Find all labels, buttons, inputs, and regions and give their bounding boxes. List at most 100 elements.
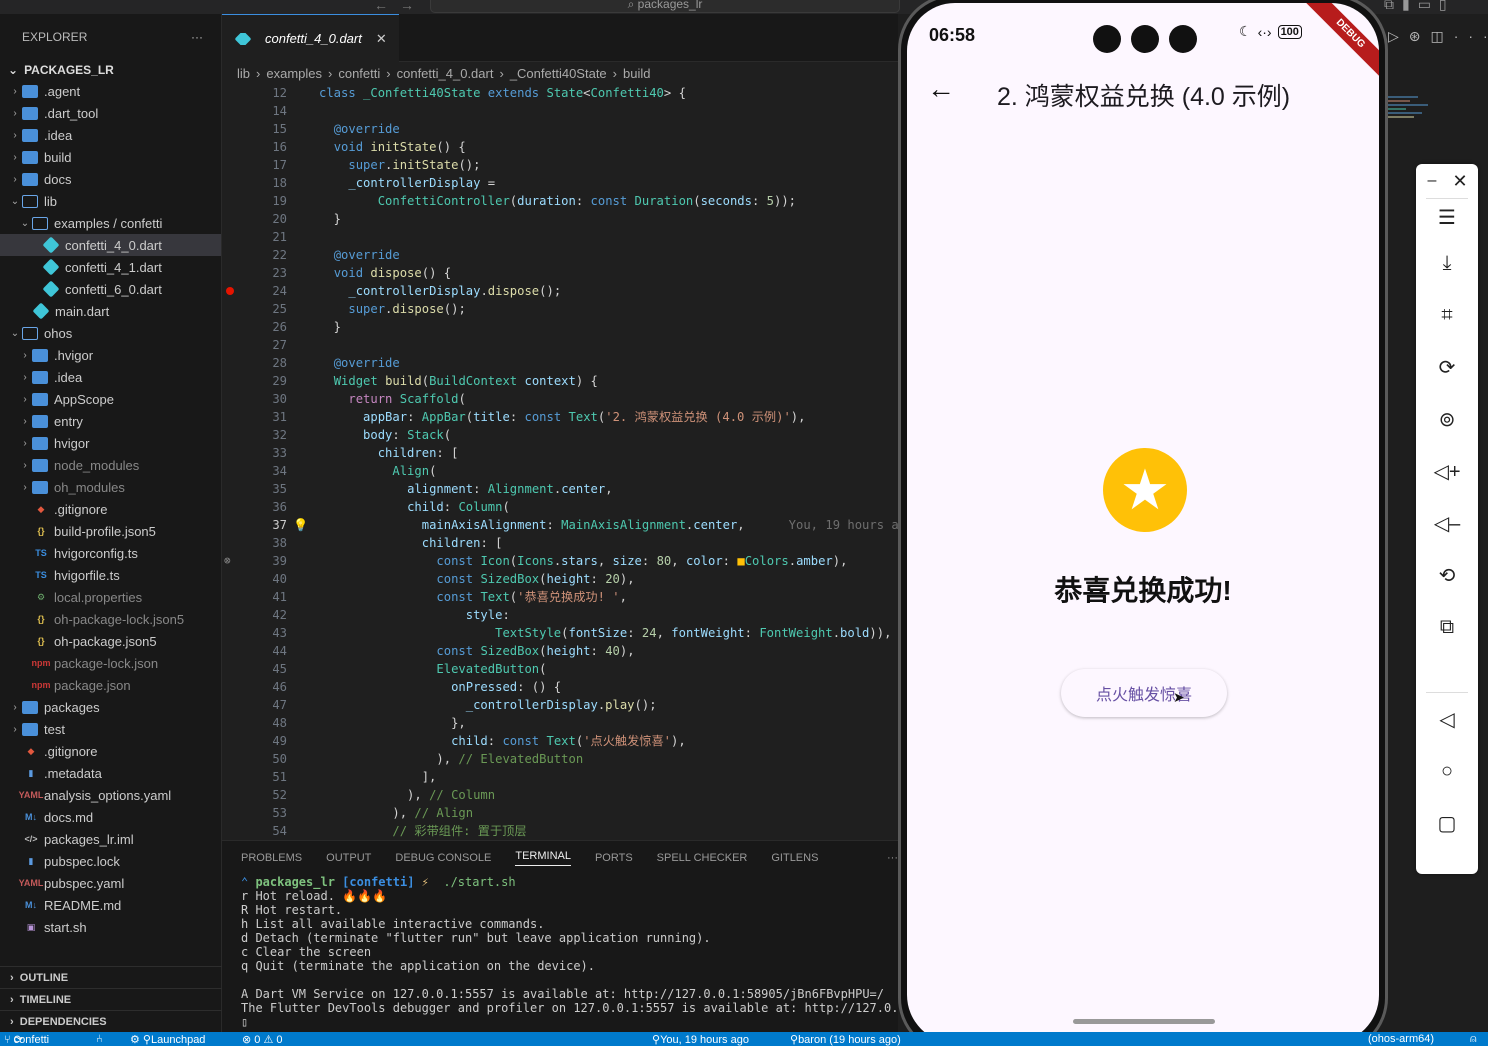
blame-status[interactable]: ⚲ You, 19 hours ago <box>652 1033 749 1046</box>
gutter[interactable] <box>222 750 245 768</box>
rotate-device-icon[interactable]: ⟲ <box>1430 558 1464 592</box>
code-line[interactable]: 23 void dispose() { <box>222 264 898 282</box>
code-line[interactable]: 33 children: [ <box>222 444 898 462</box>
crop-icon[interactable]: ⌗ <box>1430 298 1464 332</box>
gutter[interactable] <box>222 570 245 588</box>
fold-icon[interactable]: ⧉ <box>1430 610 1464 644</box>
gutter[interactable] <box>222 300 245 318</box>
gutter[interactable] <box>222 138 245 156</box>
gutter[interactable] <box>222 822 245 840</box>
code-line[interactable]: 41 const Text('恭喜兑换成功! ', <box>222 588 898 606</box>
tree-item[interactable]: confetti_4_0.dart <box>0 234 221 256</box>
code-line[interactable]: 38 children: [ <box>222 534 898 552</box>
problems-status[interactable]: ⊗ 0 ⚠ 0 <box>242 1033 282 1046</box>
ignite-surprise-button[interactable]: 点火触发惊喜 <box>1061 669 1227 717</box>
gutter[interactable] <box>222 192 245 210</box>
tree-item[interactable]: › .agent <box>0 80 221 102</box>
gutter[interactable] <box>222 354 245 372</box>
tree-item[interactable]: › hvigor <box>0 432 221 454</box>
gutter[interactable] <box>222 102 245 120</box>
tree-item[interactable]: TS hvigorfile.ts <box>0 564 221 586</box>
tree-item[interactable]: npm package-lock.json <box>0 652 221 674</box>
panel-tab[interactable]: TERMINAL <box>515 850 571 866</box>
dependencies-section[interactable]: › DEPENDENCIES <box>0 1010 222 1032</box>
tree-item[interactable]: npm package.json <box>0 674 221 696</box>
recents-icon[interactable]: ▢ <box>1430 806 1464 840</box>
terminal-output[interactable]: r Hot reload. 🔥🔥🔥 R Hot restart. h List al… <box>222 889 898 1015</box>
gutter[interactable] <box>222 372 245 390</box>
volume-up-icon[interactable]: ◁+ <box>1430 454 1464 488</box>
tree-item[interactable]: </> packages_lr.iml <box>0 828 221 850</box>
code-line[interactable]: 40 const SizedBox(height: 20), <box>222 570 898 588</box>
code-line[interactable]: 34 Align( <box>222 462 898 480</box>
tree-item[interactable]: › oh_modules <box>0 476 221 498</box>
gutter[interactable] <box>222 480 245 498</box>
gutter[interactable] <box>222 534 245 552</box>
tree-item[interactable]: confetti_4_1.dart <box>0 256 221 278</box>
gutter[interactable] <box>222 714 245 732</box>
code-line[interactable]: 44 const SizedBox(height: 40), <box>222 642 898 660</box>
tree-item[interactable]: › node_modules <box>0 454 221 476</box>
code-line[interactable]: ⊗ 39 const Icon(Icons.stars, size: 80, co… <box>222 552 898 570</box>
code-line[interactable]: 14 <box>222 102 898 120</box>
tree-item[interactable]: ⌄ examples / confetti <box>0 212 221 234</box>
code-line[interactable]: 42 style: <box>222 606 898 624</box>
gutter[interactable] <box>222 462 245 480</box>
more-actions-button[interactable]: ··· <box>191 30 203 44</box>
volume-down-icon[interactable]: ◁– <box>1430 506 1464 540</box>
close-icon[interactable]: ✕ <box>376 31 387 47</box>
gutter[interactable] <box>222 228 245 246</box>
editor-actions[interactable]: ▷⊛◫··· <box>1388 28 1488 45</box>
tree-item[interactable]: › .idea <box>0 124 221 146</box>
home-icon[interactable]: ○ <box>1430 754 1464 788</box>
command-center[interactable]: ⌕ packages_lr <box>430 0 900 13</box>
code-line[interactable]: 30 return Scaffold( <box>222 390 898 408</box>
git-graph-icon[interactable]: ⑃ <box>96 1033 103 1045</box>
code-line[interactable]: 19 ConfettiController(duration: const Du… <box>222 192 898 210</box>
breadcrumb-item[interactable]: confetti_4_0.dart <box>397 66 494 81</box>
gutter[interactable] <box>222 732 245 750</box>
tree-item[interactable]: ⚙ local.properties <box>0 586 221 608</box>
notifications-icon[interactable]: ⍝ <box>1470 1033 1477 1046</box>
tree-item[interactable]: TS hvigorconfig.ts <box>0 542 221 564</box>
breadcrumb-item[interactable]: build <box>623 66 650 81</box>
code-line[interactable]: 21 <box>222 228 898 246</box>
code-line[interactable]: 53 ), // Align <box>222 804 898 822</box>
gutter[interactable] <box>222 642 245 660</box>
panel-more-button[interactable]: ··· <box>887 852 898 864</box>
gear-icon[interactable]: ⊗ <box>224 552 231 570</box>
tree-item[interactable]: ▮ pubspec.lock <box>0 850 221 872</box>
menu-icon[interactable]: ☰ <box>1430 200 1464 234</box>
code-line[interactable]: 51 ], <box>222 768 898 786</box>
code-line[interactable]: 22 @override <box>222 246 898 264</box>
panel-tab[interactable]: DEBUG CONSOLE <box>395 852 491 864</box>
tree-item[interactable]: YAML analysis_options.yaml <box>0 784 221 806</box>
gutter[interactable] <box>222 390 245 408</box>
code-line[interactable]: 24 _controllerDisplay.dispose(); <box>222 282 898 300</box>
code-line[interactable]: 50 ), // ElevatedButton <box>222 750 898 768</box>
gutter[interactable] <box>222 516 245 534</box>
lightbulb-icon[interactable]: 💡 <box>293 516 308 534</box>
tree-item[interactable]: {} oh-package-lock.json5 <box>0 608 221 630</box>
gutter[interactable] <box>222 444 245 462</box>
gutter[interactable] <box>222 120 245 138</box>
gutter[interactable] <box>222 84 245 102</box>
gutter[interactable] <box>222 696 245 714</box>
code-line[interactable]: 20 } <box>222 210 898 228</box>
tree-item[interactable]: main.dart <box>0 300 221 322</box>
gutter[interactable] <box>222 246 245 264</box>
tree-item[interactable]: › docs <box>0 168 221 190</box>
tree-item[interactable]: ⌄ lib <box>0 190 221 212</box>
gutter[interactable] <box>222 660 245 678</box>
gutter[interactable] <box>222 588 245 606</box>
code-line[interactable]: 43 TextStyle(fontSize: 24, fontWeight: F… <box>222 624 898 642</box>
gutter[interactable] <box>222 498 245 516</box>
outline-section[interactable]: › OUTLINE <box>0 966 222 988</box>
branch-status[interactable]: ⑂ confetti ⟳ <box>4 1033 49 1046</box>
code-lines[interactable]: 12 class _Confetti40State extends State<C… <box>222 84 898 840</box>
panel-tab[interactable]: PROBLEMS <box>241 852 302 864</box>
launchpad-status[interactable]: ⚙ ⚲ Launchpad <box>130 1033 205 1046</box>
author-status[interactable]: ⚲ baron (19 hours ago) <box>790 1033 901 1046</box>
code-line[interactable]: 45 ElevatedButton( <box>222 660 898 678</box>
tree-item[interactable]: M↓ docs.md <box>0 806 221 828</box>
